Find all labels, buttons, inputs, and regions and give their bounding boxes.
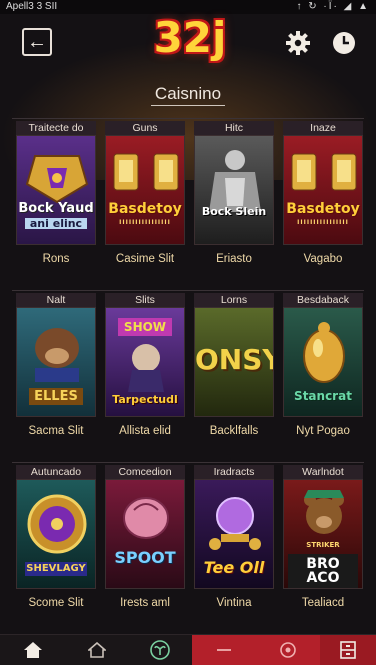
nav-promotions[interactable] xyxy=(129,635,191,665)
game-card[interactable]: Traitecte do Bock Yaud ani elinc Rons xyxy=(12,119,96,283)
game-thumbnail[interactable]: STRIKER BRO ACO xyxy=(283,479,363,589)
game-row: Nalt ELLES Sacma Slit Slits SHOW Tarpect… xyxy=(12,290,364,455)
game-card[interactable]: Hitc Bock Slein Eriasto xyxy=(190,119,274,283)
game-caption: Vagabo xyxy=(303,253,343,265)
game-art-title: BRO ACO xyxy=(287,554,359,588)
game-tag: Autuncado xyxy=(16,465,96,479)
game-caption: Nyt Pogao xyxy=(296,425,350,437)
nav-home[interactable] xyxy=(2,635,64,665)
game-art-title: Tee Oll xyxy=(203,558,265,577)
game-caption: Casime Slit xyxy=(115,253,175,265)
settings-button[interactable] xyxy=(285,30,311,56)
game-thumbnail[interactable]: Stancrat xyxy=(283,307,363,417)
bottom-nav xyxy=(0,634,376,665)
nav-live[interactable] xyxy=(192,635,256,665)
game-caption: Rons xyxy=(42,253,70,265)
history-button[interactable] xyxy=(332,31,356,55)
game-grid: Traitecte do Bock Yaud ani elinc Rons Gu… xyxy=(12,118,364,630)
game-art-title: Basdetoy xyxy=(286,201,360,217)
game-card[interactable]: Warlndot STRIKER BRO ACO Tealiacd xyxy=(279,463,363,627)
game-art-title: Bock Yaud xyxy=(18,201,94,216)
game-card[interactable]: Slits SHOW Tarpectudl Allista elid xyxy=(101,291,185,455)
game-tag: Traitecte do xyxy=(16,121,96,135)
game-art-subtitle: STRIKER xyxy=(306,541,340,549)
game-card[interactable]: Inaze Basdetoy IIIIIIIIIIIIIIII Vagabo xyxy=(279,119,363,283)
nav-lobby[interactable] xyxy=(66,635,128,665)
game-thumbnail[interactable]: ONSY xyxy=(194,307,274,417)
game-card[interactable]: Nalt ELLES Sacma Slit xyxy=(12,291,96,455)
game-tag: Inaze xyxy=(283,121,363,135)
home-icon xyxy=(24,642,42,658)
game-thumbnail[interactable]: Bock Slein xyxy=(194,135,274,245)
game-tag: Nalt xyxy=(16,293,96,307)
nav-sports[interactable] xyxy=(256,635,320,665)
game-caption: Eriasto xyxy=(216,253,252,265)
game-card[interactable]: Guns Basdetoy IIIIIIIIIIIIIIII Casime Sl… xyxy=(101,119,185,283)
status-right: ↑ ↻ ·Ϊ· ◢ ▲ xyxy=(296,1,370,12)
game-thumbnail[interactable]: SPOOT xyxy=(105,479,185,589)
lantern-graphic xyxy=(113,153,179,191)
game-tag: Comcedion xyxy=(105,465,185,479)
game-thumbnail[interactable]: Basdetoy IIIIIIIIIIIIIIII xyxy=(283,135,363,245)
game-row: Traitecte do Bock Yaud ani elinc Rons Gu… xyxy=(12,118,364,283)
shell-graphic xyxy=(123,497,169,539)
game-tag: Iradracts xyxy=(194,465,274,479)
game-row: Autuncado SHEVLAGY Scome Slit Comcedion … xyxy=(12,462,364,627)
game-tag: Warlndot xyxy=(283,465,363,479)
game-art-title: ONSY xyxy=(195,343,274,376)
game-card[interactable]: Besdaback Stancrat Nyt Pogao xyxy=(279,291,363,455)
game-thumbnail[interactable]: ELLES xyxy=(16,307,96,417)
knight-graphic xyxy=(209,150,261,212)
game-caption: Sacma Slit xyxy=(28,425,84,437)
house-outline-icon xyxy=(88,642,106,658)
nav-account[interactable] xyxy=(320,635,376,665)
game-art-subtitle: SHOW xyxy=(117,318,173,336)
game-caption: Irests aml xyxy=(120,597,170,609)
arrow-left-icon: ← xyxy=(27,31,47,53)
game-caption: Allista elid xyxy=(119,425,171,437)
game-card[interactable]: Iradracts Tee Oll Vintina xyxy=(190,463,274,627)
game-card[interactable]: Comcedion SPOOT Irests aml xyxy=(101,463,185,627)
game-thumbnail[interactable]: Bock Yaud ani elinc xyxy=(16,135,96,245)
game-caption: Backlfalls xyxy=(209,425,259,437)
game-art-title: SHEVLAGY xyxy=(24,562,88,576)
game-thumbnail[interactable]: Tee Oll xyxy=(194,479,274,589)
game-art-subtitle: ani elinc xyxy=(24,218,88,229)
game-thumbnail[interactable]: SHOW Tarpectudl xyxy=(105,307,185,417)
game-tag: Guns xyxy=(105,121,185,135)
game-tag: Hitc xyxy=(194,121,274,135)
game-tag: Lorns xyxy=(194,293,274,307)
cabinet-icon xyxy=(340,641,356,659)
clock-icon xyxy=(333,32,355,54)
game-art-title: Tarpectudl xyxy=(112,393,178,406)
game-art-title: ELLES xyxy=(28,388,84,405)
game-caption: Tealiacd xyxy=(301,597,345,609)
section-title: Caisnino xyxy=(0,84,376,106)
back-button[interactable]: ← xyxy=(22,28,52,56)
game-thumbnail[interactable]: Basdetoy IIIIIIIIIIIIIIII xyxy=(105,135,185,245)
game-art-title: SPOOT xyxy=(114,548,176,567)
game-art-title: Basdetoy xyxy=(108,201,182,217)
red-tab-icon xyxy=(217,649,231,651)
target-icon xyxy=(280,642,296,658)
app-logo: 32j xyxy=(153,13,227,62)
lantern-graphic xyxy=(291,153,357,191)
status-left: Apell3 3 SII xyxy=(6,1,58,12)
game-art-subtitle: IIIIIIIIIIIIIIII xyxy=(119,219,171,226)
game-art-title: Bock Slein xyxy=(201,205,267,218)
game-caption: Scome Slit xyxy=(28,597,84,609)
game-card[interactable]: Lorns ONSY Backlfalls xyxy=(190,291,274,455)
section-title-text: Caisnino xyxy=(150,84,226,106)
sprout-icon xyxy=(150,640,170,660)
game-art-subtitle: IIIIIIIIIIIIIIII xyxy=(297,219,349,226)
game-art-title: Stancrat xyxy=(294,389,352,403)
game-caption: Vintina xyxy=(216,597,252,609)
game-thumbnail[interactable]: SHEVLAGY xyxy=(16,479,96,589)
game-card[interactable]: Autuncado SHEVLAGY Scome Slit xyxy=(12,463,96,627)
gear-icon xyxy=(286,31,310,55)
game-tag: Slits xyxy=(105,293,185,307)
game-tag: Besdaback xyxy=(283,293,363,307)
